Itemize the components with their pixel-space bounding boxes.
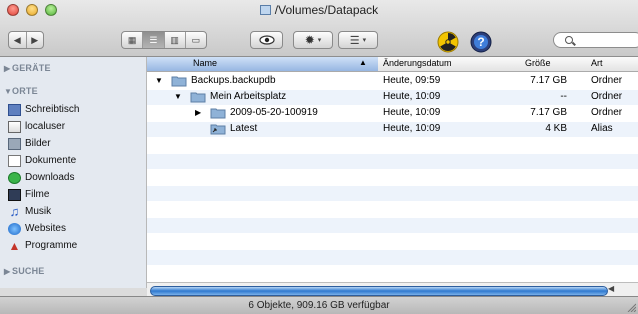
movies-icon bbox=[8, 188, 21, 201]
view-mode-control: ▦ ☰ ▥ ▭ bbox=[121, 31, 207, 49]
empty-row bbox=[147, 250, 638, 265]
svg-text:?: ? bbox=[477, 35, 484, 49]
help-icon: ? bbox=[470, 31, 492, 53]
sidebar-item-pictures[interactable]: Bilder bbox=[8, 136, 51, 151]
column-header-date[interactable]: Änderungsdatum bbox=[383, 58, 452, 68]
empty-row bbox=[147, 138, 638, 153]
sidebar-item-websites[interactable]: Websites bbox=[8, 221, 66, 236]
toolbar: /Volumes/Datapack ◀ ▶ ▦ ☰ ▥ ▭ ✹ ▾ ☰ ▾ ? bbox=[0, 0, 638, 57]
disclosure-down-icon[interactable]: ▼ bbox=[174, 92, 182, 101]
search-icon bbox=[565, 36, 573, 44]
column-view-button[interactable]: ▥ bbox=[164, 32, 184, 48]
folder-icon bbox=[190, 91, 206, 103]
disclosure-down-icon: ▼ bbox=[4, 87, 13, 96]
finder-window: /Volumes/Datapack ◀ ▶ ▦ ☰ ▥ ▭ ✹ ▾ ☰ ▾ ? … bbox=[0, 0, 638, 314]
empty-row bbox=[147, 234, 638, 249]
empty-row bbox=[147, 154, 638, 169]
home-icon bbox=[8, 120, 21, 133]
action-menu-button[interactable]: ✹ ▾ bbox=[293, 31, 333, 49]
music-icon: ♫ bbox=[9, 203, 20, 219]
scroll-thumb[interactable] bbox=[150, 286, 608, 296]
sidebar-item-music[interactable]: ♫ Musik bbox=[8, 203, 52, 219]
table-row[interactable]: ▼ Backups.backupdb Heute, 09:59 7.17 GB … bbox=[147, 74, 638, 89]
eye-icon bbox=[258, 35, 275, 45]
folder-icon bbox=[210, 107, 226, 119]
sidebar-item-downloads[interactable]: Downloads bbox=[8, 170, 74, 185]
window-title: /Volumes/Datapack bbox=[0, 3, 638, 17]
empty-row bbox=[147, 186, 638, 201]
scroll-left-icon[interactable]: ◀ bbox=[608, 284, 614, 293]
empty-row bbox=[147, 170, 638, 185]
arrange-menu-button[interactable]: ☰ ▾ bbox=[338, 31, 378, 49]
horizontal-scrollbar[interactable]: ◀ bbox=[147, 282, 638, 297]
help-button[interactable]: ? bbox=[470, 31, 494, 53]
icon-view-button[interactable]: ▦ bbox=[122, 32, 142, 48]
navigation-buttons: ◀ ▶ bbox=[8, 31, 44, 49]
quicklook-button[interactable] bbox=[250, 31, 283, 49]
back-button[interactable]: ◀ bbox=[9, 32, 26, 48]
table-row[interactable]: Latest Heute, 10:09 4 KB Alias bbox=[147, 122, 638, 137]
gear-icon: ✹ bbox=[304, 33, 315, 47]
chevron-down-icon: ▾ bbox=[317, 37, 322, 44]
sidebar-item-home[interactable]: localuser bbox=[8, 119, 65, 134]
sidebar-item-applications[interactable]: ▲ Programme bbox=[8, 238, 78, 253]
desktop-icon bbox=[8, 103, 21, 116]
sidebar-section-devices[interactable]: ▶ GERÄTE bbox=[4, 63, 51, 73]
search-input[interactable] bbox=[553, 32, 638, 48]
forward-button[interactable]: ▶ bbox=[26, 32, 43, 48]
icon-view-icon: ▦ bbox=[127, 34, 137, 45]
sidebar-item-movies[interactable]: Filme bbox=[8, 187, 49, 202]
chevron-left-icon: ◀ bbox=[13, 34, 21, 45]
radiation-button[interactable] bbox=[437, 31, 461, 53]
empty-row bbox=[147, 266, 638, 281]
chevron-right-icon: ▶ bbox=[31, 34, 39, 45]
websites-icon bbox=[8, 222, 21, 235]
scroll-arrows[interactable]: ◀ bbox=[608, 284, 638, 296]
list-view-button[interactable]: ☰ bbox=[143, 32, 164, 48]
folder-icon bbox=[171, 75, 187, 87]
resize-grip-icon[interactable] bbox=[626, 302, 636, 312]
radiation-icon bbox=[437, 31, 459, 53]
arrange-icon: ☰ bbox=[349, 34, 360, 47]
alias-folder-icon bbox=[210, 123, 226, 135]
downloads-icon bbox=[8, 171, 21, 184]
column-header-kind[interactable]: Art bbox=[591, 58, 603, 68]
applications-icon: ▲ bbox=[8, 238, 21, 253]
table-row[interactable]: ▶ 2009-05-20-100919 Heute, 10:09 7.17 GB… bbox=[147, 106, 638, 121]
sidebar-item-documents[interactable]: Dokumente bbox=[8, 153, 76, 168]
sidebar-section-search[interactable]: ▶ SUCHE bbox=[4, 266, 45, 276]
disclosure-right-icon: ▶ bbox=[4, 64, 11, 73]
pictures-icon bbox=[8, 137, 21, 150]
empty-row bbox=[147, 218, 638, 233]
sidebar-section-places[interactable]: ▼ORTE bbox=[4, 86, 38, 96]
sidebar-item-desktop[interactable]: Schreibtisch bbox=[8, 102, 79, 117]
column-header-size[interactable]: Größe bbox=[525, 58, 551, 68]
documents-icon bbox=[8, 154, 21, 167]
table-row[interactable]: ▼ Mein Arbeitsplatz Heute, 10:09 -- Ordn… bbox=[147, 90, 638, 105]
chevron-down-icon: ▾ bbox=[362, 37, 367, 44]
list-header: Name ▲ Änderungsdatum Größe Art bbox=[147, 57, 638, 72]
column-view-icon: ▥ bbox=[170, 34, 179, 45]
coverflow-view-button[interactable]: ▭ bbox=[186, 32, 206, 48]
sidebar: ▶ GERÄTE ▼ORTE Schreibtisch localuser Bil… bbox=[0, 57, 147, 288]
empty-row bbox=[147, 202, 638, 217]
column-header-name[interactable]: Name ▲ bbox=[147, 57, 378, 71]
volume-icon bbox=[259, 5, 271, 15]
file-list: Name ▲ Änderungsdatum Größe Art ▼ Backup… bbox=[147, 57, 638, 288]
sort-ascending-icon: ▲ bbox=[359, 58, 367, 67]
disclosure-right-icon: ▶ bbox=[4, 267, 11, 276]
disclosure-right-icon[interactable]: ▶ bbox=[195, 108, 201, 117]
status-bar: 6 Objekte, 909.16 GB verfügbar bbox=[0, 296, 638, 314]
coverflow-view-icon: ▭ bbox=[191, 34, 201, 45]
disclosure-down-icon[interactable]: ▼ bbox=[155, 76, 163, 85]
list-view-icon: ☰ bbox=[149, 34, 158, 45]
